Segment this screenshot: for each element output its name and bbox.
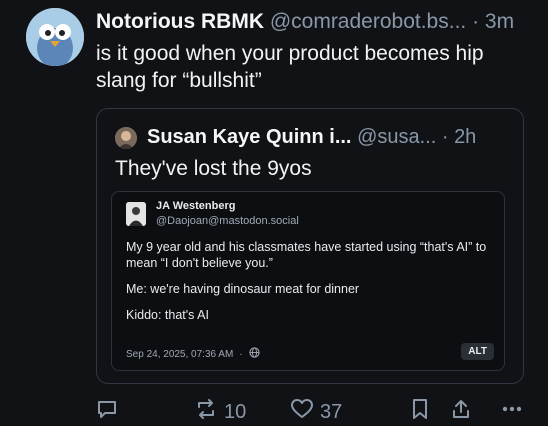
share-icon	[450, 398, 472, 426]
post-time[interactable]: 3m	[485, 10, 514, 33]
alt-badge[interactable]: ALT	[461, 343, 494, 360]
author-name[interactable]: Notorious RBMK	[96, 10, 264, 33]
embedded-timestamp: Sep 24, 2025, 07:36 AM	[126, 348, 234, 360]
globe-icon	[249, 347, 260, 361]
repost-button[interactable]: 10	[194, 398, 246, 426]
post-header: Notorious RBMK @comraderobot.bs... · 3m	[96, 9, 514, 35]
embedded-author-handle: @Daojoan@mastodon.social	[156, 215, 299, 227]
embedded-author-name: JA Westenberg	[156, 200, 236, 212]
embedded-footer: Sep 24, 2025, 07:36 AM ·	[126, 347, 260, 361]
quoted-post[interactable]: Susan Kaye Quinn i... @susa... · 2h They…	[96, 108, 524, 384]
author-handle[interactable]: @comraderobot.bs...	[270, 10, 466, 33]
reply-icon	[96, 398, 118, 426]
embedded-body: My 9 year old and his classmates have st…	[126, 239, 498, 333]
embedded-avatar	[126, 202, 146, 226]
like-count: 37	[320, 400, 343, 423]
separator: ·	[466, 10, 485, 33]
reply-button[interactable]	[96, 398, 118, 426]
like-button[interactable]: 37	[290, 398, 342, 426]
post-text: is it good when your product becomes hip…	[96, 42, 484, 92]
bookmark-button[interactable]	[410, 398, 430, 426]
embedded-paragraph: Kiddo: that's AI	[126, 308, 209, 322]
post-actions: 10 37	[96, 398, 536, 426]
more-icon	[500, 398, 524, 426]
separator: ·	[436, 126, 455, 148]
quote-time: 2h	[454, 126, 477, 148]
quote-avatar	[115, 127, 137, 149]
bookmark-icon	[410, 398, 430, 426]
quote-author-name: Susan Kaye Quinn i...	[147, 126, 352, 148]
heart-icon	[290, 398, 314, 426]
embedded-paragraph: Me: we're having dinosaur meat for dinne…	[126, 282, 360, 296]
more-button[interactable]	[500, 398, 524, 426]
embedded-screenshot[interactable]: JA Westenberg @Daojoan@mastodon.social M…	[111, 191, 505, 371]
dot-separator: ·	[239, 348, 243, 360]
quote-author-handle: @susa...	[357, 126, 437, 148]
quote-header: Susan Kaye Quinn i... @susa... · 2h	[147, 124, 476, 150]
author-avatar[interactable]	[26, 8, 84, 66]
repost-count: 10	[224, 400, 247, 423]
repost-icon	[194, 398, 218, 426]
share-button[interactable]	[450, 398, 472, 426]
quote-text: They've lost the 9yos	[115, 157, 312, 180]
embedded-paragraph: My 9 year old and his classmates have st…	[126, 240, 487, 270]
